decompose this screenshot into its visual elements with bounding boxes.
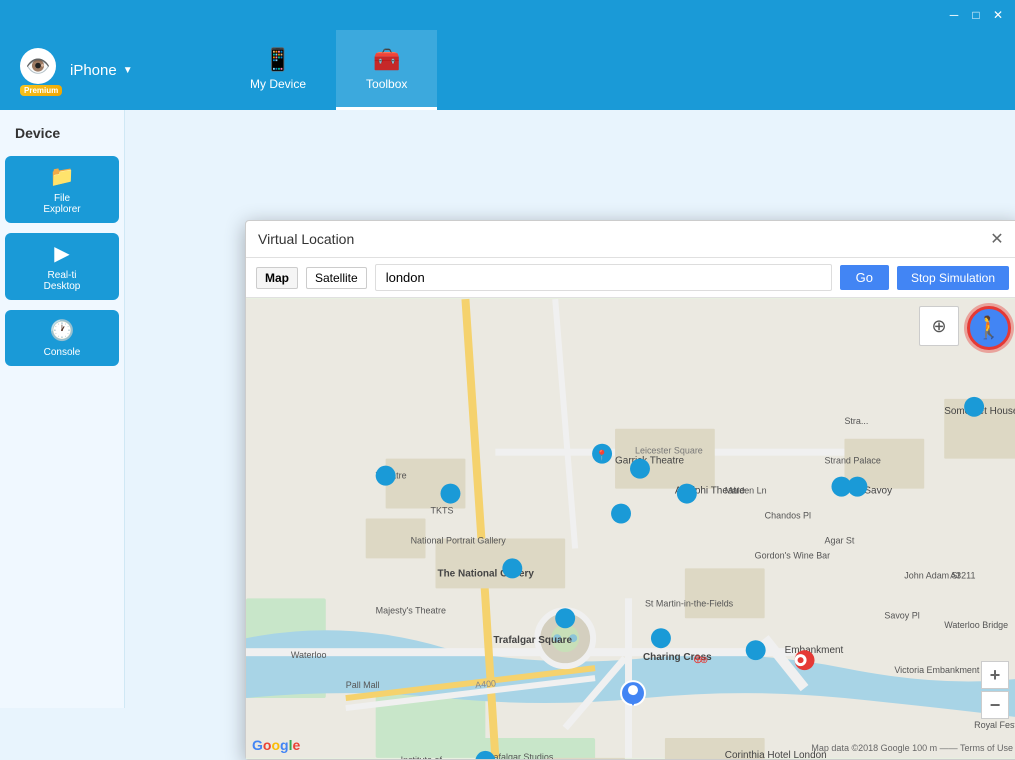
dialog-title-bar: Virtual Location ✕ bbox=[246, 221, 1015, 258]
nav-label-my-device: My Device bbox=[250, 77, 306, 91]
svg-text:Maiden Ln: Maiden Ln bbox=[725, 486, 767, 496]
map-toolbar: Map Satellite Go Stop Simulation bbox=[246, 258, 1015, 298]
nav-label-toolbox: Toolbox bbox=[366, 77, 407, 91]
zoom-in-button[interactable]: + bbox=[981, 661, 1009, 689]
map-container: Theatre TKTS National Portrait Gallery T… bbox=[246, 298, 1015, 759]
console-label: Console bbox=[44, 347, 81, 358]
sidebar-title: Device bbox=[5, 120, 119, 146]
svg-text:Victoria Embankment: Victoria Embankment bbox=[894, 665, 980, 675]
console-icon: 🕐 bbox=[50, 318, 75, 343]
svg-text:📍: 📍 bbox=[596, 449, 608, 462]
map-tab-satellite[interactable]: Satellite bbox=[306, 267, 367, 289]
svg-text:Agar St: Agar St bbox=[825, 535, 855, 545]
maximize-button[interactable]: □ bbox=[967, 6, 985, 24]
nav-items: 📱 My Device 🧰 Toolbox bbox=[220, 30, 437, 110]
map-svg: Theatre TKTS National Portrait Gallery T… bbox=[246, 298, 1015, 759]
svg-text:Waterloo: Waterloo bbox=[291, 650, 327, 660]
svg-text:National Portrait Gallery: National Portrait Gallery bbox=[411, 535, 507, 545]
logo-area: 👁️ Premium iPhone ▼ bbox=[0, 48, 200, 92]
svg-text:Embankment: Embankment bbox=[785, 645, 844, 656]
stop-simulation-button[interactable]: Stop Simulation bbox=[897, 266, 1009, 290]
svg-text:Pall Mall: Pall Mall bbox=[346, 680, 380, 690]
locate-button[interactable]: ⊕ bbox=[919, 306, 959, 346]
map-tab-map[interactable]: Map bbox=[256, 267, 298, 289]
main-area: Device 📁 FileExplorer ▶ Real-tiDesktop 🕐… bbox=[0, 110, 1015, 708]
svg-text:Savoy Pl: Savoy Pl bbox=[884, 610, 919, 620]
location-search-input[interactable] bbox=[375, 264, 832, 291]
walk-mode-button[interactable]: 🚶 bbox=[967, 306, 1011, 350]
file-explorer-label: FileExplorer bbox=[43, 193, 80, 215]
app-logo: 👁️ Premium bbox=[20, 48, 64, 92]
premium-badge: Premium bbox=[20, 85, 62, 96]
svg-text:Royal Festival Hall: Royal Festival Hall bbox=[974, 720, 1015, 730]
walk-icon: 🚶 bbox=[975, 315, 1002, 341]
device-dropdown-arrow[interactable]: ▼ bbox=[123, 65, 133, 76]
google-letter-o1: o bbox=[263, 737, 272, 753]
top-nav: 👁️ Premium iPhone ▼ 📱 My Device 🧰 Toolbo… bbox=[0, 30, 1015, 110]
my-device-icon: 📱 bbox=[264, 47, 291, 73]
svg-text:⊕: ⊕ bbox=[700, 655, 708, 666]
svg-text:A400: A400 bbox=[475, 678, 497, 690]
logo-circle: 👁️ bbox=[20, 48, 56, 84]
google-letter-g2: g bbox=[280, 737, 289, 753]
map-attribution: Map data ©2018 Google 100 m —— Terms of … bbox=[811, 743, 1013, 753]
content-area: Virtual Location ✕ Map Satellite Go Stop… bbox=[125, 110, 1015, 708]
google-letter-g: G bbox=[252, 737, 263, 753]
sidebar: Device 📁 FileExplorer ▶ Real-tiDesktop 🕐… bbox=[0, 110, 125, 708]
svg-text:Stra...: Stra... bbox=[844, 416, 868, 426]
map-zoom-controls: + − bbox=[981, 661, 1009, 719]
toolbox-icon: 🧰 bbox=[373, 47, 400, 73]
dialog-title: Virtual Location bbox=[258, 231, 354, 247]
svg-text:Chandos Pl: Chandos Pl bbox=[765, 511, 811, 521]
zoom-out-button[interactable]: − bbox=[981, 691, 1009, 719]
sidebar-item-realtime-desktop[interactable]: ▶ Real-tiDesktop bbox=[5, 233, 119, 300]
app-close-button[interactable]: ✕ bbox=[989, 6, 1007, 24]
svg-text:Garrick Theatre: Garrick Theatre bbox=[615, 456, 685, 467]
minimize-button[interactable]: ─ bbox=[945, 6, 963, 24]
svg-text:A3211: A3211 bbox=[950, 570, 975, 580]
nav-item-toolbox[interactable]: 🧰 Toolbox bbox=[336, 30, 437, 110]
svg-text:Trafalgar Studios: Trafalgar Studios bbox=[485, 752, 553, 759]
svg-text:Institute of: Institute of bbox=[401, 755, 443, 759]
svg-text:Leicester Square: Leicester Square bbox=[635, 446, 703, 456]
google-letter-e: e bbox=[292, 737, 300, 753]
locate-icon: ⊕ bbox=[931, 316, 946, 337]
sidebar-item-file-explorer[interactable]: 📁 FileExplorer bbox=[5, 156, 119, 223]
svg-text:Gordon's Wine Bar: Gordon's Wine Bar bbox=[755, 550, 831, 560]
google-logo: Google bbox=[252, 737, 300, 753]
device-name: iPhone bbox=[70, 62, 117, 79]
realtime-icon: ▶ bbox=[54, 241, 69, 266]
sidebar-item-console[interactable]: 🕐 Console bbox=[5, 310, 119, 366]
dialog-close-button[interactable]: ✕ bbox=[987, 229, 1007, 249]
google-letter-o2: o bbox=[271, 737, 280, 753]
virtual-location-dialog: Virtual Location ✕ Map Satellite Go Stop… bbox=[245, 220, 1015, 760]
svg-text:TKTS: TKTS bbox=[431, 506, 454, 516]
svg-text:Trafalgar Square: Trafalgar Square bbox=[493, 635, 572, 646]
svg-text:Waterloo Bridge: Waterloo Bridge bbox=[944, 620, 1008, 630]
realtime-label: Real-tiDesktop bbox=[44, 270, 81, 292]
file-explorer-icon: 📁 bbox=[50, 164, 75, 189]
title-bar: ─ □ ✕ bbox=[0, 0, 1015, 30]
svg-text:St Martin-in-the-Fields: St Martin-in-the-Fields bbox=[645, 598, 734, 608]
svg-text:Majesty's Theatre: Majesty's Theatre bbox=[376, 605, 446, 615]
svg-text:Strand Palace: Strand Palace bbox=[825, 456, 881, 466]
nav-item-my-device[interactable]: 📱 My Device bbox=[220, 30, 336, 110]
go-button[interactable]: Go bbox=[840, 265, 889, 290]
